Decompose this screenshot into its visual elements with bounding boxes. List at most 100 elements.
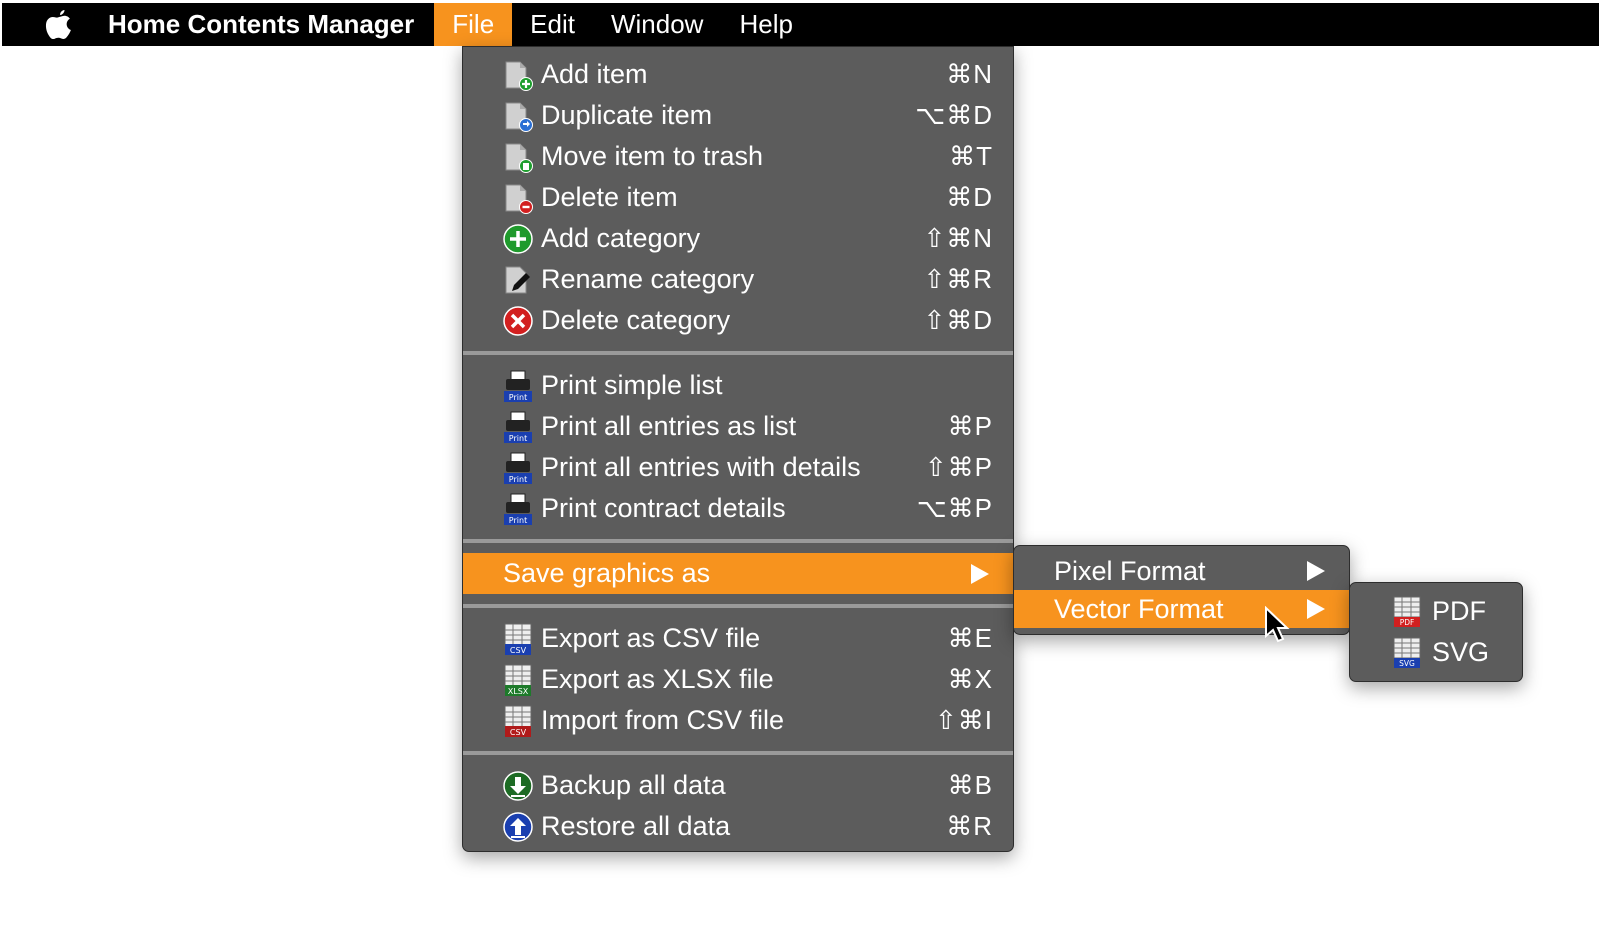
document-duplicate-icon: [501, 99, 535, 133]
menu-item-label: Export as XLSX file: [541, 664, 774, 694]
shortcut-text: ⇧⌘D: [923, 305, 993, 335]
shortcut-text: ⇧⌘N: [923, 223, 993, 253]
menu-edit[interactable]: Edit: [512, 3, 593, 46]
shortcut-text: ⌘R: [946, 811, 993, 841]
menu-item-label: Print contract details: [541, 493, 786, 523]
menu-item-label: Print all entries with details: [541, 452, 861, 482]
svg-text:Print: Print: [509, 434, 527, 443]
menu-bar: Home Contents Manager File Edit Window H…: [2, 3, 1599, 46]
menu-item-delete-category[interactable]: Delete category ⇧⌘D: [463, 300, 1013, 341]
menu-item-label: SVG: [1432, 637, 1490, 667]
submenu-arrow-icon: [1307, 599, 1325, 619]
menu-item-svg[interactable]: SVG SVG: [1350, 632, 1522, 673]
menu-item-label: Add item: [541, 59, 648, 89]
menu-item-label: Pixel Format: [1054, 555, 1206, 586]
shortcut-text: ⌘B: [947, 770, 993, 800]
menu-separator: [463, 751, 1013, 755]
menu-separator: [463, 539, 1013, 543]
shortcut-text: ⌘E: [947, 623, 993, 653]
menu-item-label: Move item to trash: [541, 141, 764, 171]
xlsx-file-icon: XLSX: [501, 663, 535, 697]
menu-item-label: PDF: [1432, 596, 1486, 626]
menu-item-label: Import from CSV file: [541, 705, 785, 735]
menu-item-rename-category[interactable]: Rename category ⇧⌘R: [463, 259, 1013, 300]
menu-file[interactable]: File: [434, 3, 513, 46]
menu-item-vector-format[interactable]: Vector Format: [1014, 590, 1349, 628]
file-menu: Add item ⌘N Duplicate item ⌥⌘D Move item…: [462, 46, 1014, 852]
shortcut-text: ⌘X: [947, 664, 993, 694]
svg-text:PDF: PDF: [1400, 618, 1415, 627]
menu-item-export-xlsx[interactable]: XLSX Export as XLSX file ⌘X: [463, 659, 1013, 700]
menu-item-label: Export as CSV file: [541, 623, 761, 653]
svg-text:Print: Print: [509, 475, 527, 484]
app-name[interactable]: Home Contents Manager: [108, 9, 414, 40]
svg-text:CSV: CSV: [510, 728, 527, 737]
printer-icon: Print: [501, 410, 535, 444]
menu-item-label: Rename category: [541, 264, 755, 294]
document-trash-icon: [501, 140, 535, 174]
upload-arrow-icon: [501, 810, 535, 844]
menu-item-import-csv[interactable]: CSV Import from CSV file ⇧⌘I: [463, 700, 1013, 741]
svg-text:CSV: CSV: [510, 646, 527, 655]
menu-item-add-category[interactable]: Add category ⇧⌘N: [463, 218, 1013, 259]
red-x-circle-icon: [501, 304, 535, 338]
download-arrow-icon: [501, 769, 535, 803]
menu-item-restore[interactable]: Restore all data ⌘R: [463, 806, 1013, 847]
menu-item-label: Delete item: [541, 182, 678, 212]
menu-item-label: Print all entries as list: [541, 411, 797, 441]
menu-item-label: Print simple list: [541, 370, 723, 400]
shortcut-text: ⌘N: [946, 59, 993, 89]
menu-item-print-list[interactable]: Print Print all entries as list ⌘P: [463, 406, 1013, 447]
shortcut-text: ⌘T: [949, 141, 993, 171]
menu-item-pixel-format[interactable]: Pixel Format: [1014, 552, 1349, 590]
menu-item-save-graphics[interactable]: Save graphics as: [463, 553, 1013, 594]
menu-item-label: Save graphics as: [503, 558, 711, 588]
printer-icon: Print: [501, 451, 535, 485]
shortcut-text: ⇧⌘P: [924, 452, 993, 482]
document-add-icon: [501, 58, 535, 92]
shortcut-text: ⌥⌘P: [916, 493, 993, 523]
menu-separator: [463, 351, 1013, 355]
menu-item-export-csv[interactable]: CSV Export as CSV file ⌘E: [463, 618, 1013, 659]
shortcut-text: ⌘P: [947, 411, 993, 441]
svg-text:Print: Print: [509, 516, 527, 525]
svg-file-icon: SVG: [1390, 636, 1424, 670]
printer-icon: Print: [501, 369, 535, 403]
mouse-pointer-icon: [1264, 605, 1290, 649]
svg-text:Print: Print: [509, 393, 527, 402]
document-delete-icon: [501, 181, 535, 215]
menu-help[interactable]: Help: [721, 3, 810, 46]
submenu-arrow-icon: [1307, 561, 1325, 581]
submenu-arrow-icon: [971, 563, 989, 584]
shortcut-text: ⇧⌘R: [923, 264, 993, 294]
svg-text:XLSX: XLSX: [508, 687, 529, 696]
menu-item-move-to-trash[interactable]: Move item to trash ⌘T: [463, 136, 1013, 177]
csv-file-icon: CSV: [501, 622, 535, 656]
shortcut-text: ⇧⌘I: [934, 705, 993, 735]
menu-item-label: Restore all data: [541, 811, 731, 841]
menu-item-duplicate-item[interactable]: Duplicate item ⌥⌘D: [463, 95, 1013, 136]
menu-item-print-details[interactable]: Print Print all entries with details ⇧⌘P: [463, 447, 1013, 488]
menu-item-pdf[interactable]: PDF PDF: [1350, 591, 1522, 632]
vector-submenu: PDF PDF SVG SVG: [1349, 582, 1523, 682]
svg-text:SVG: SVG: [1399, 659, 1415, 668]
menu-item-label: Duplicate item: [541, 100, 713, 130]
menu-item-print-contract[interactable]: Print Print contract details ⌥⌘P: [463, 488, 1013, 529]
menu-item-label: Delete category: [541, 305, 731, 335]
menu-item-print-simple-list[interactable]: Print Print simple list: [463, 365, 1013, 406]
menu-item-add-item[interactable]: Add item ⌘N: [463, 54, 1013, 95]
pencil-document-icon: [501, 263, 535, 297]
menu-item-backup[interactable]: Backup all data ⌘B: [463, 765, 1013, 806]
shortcut-text: ⌘D: [946, 182, 993, 212]
pdf-file-icon: PDF: [1390, 595, 1424, 629]
menu-separator: [463, 604, 1013, 608]
menu-window[interactable]: Window: [593, 3, 721, 46]
printer-icon: Print: [501, 492, 535, 526]
menu-item-delete-item[interactable]: Delete item ⌘D: [463, 177, 1013, 218]
menu-item-label: Backup all data: [541, 770, 726, 800]
csv-import-icon: CSV: [501, 704, 535, 738]
format-submenu: Pixel Format Vector Format: [1013, 545, 1350, 635]
green-plus-circle-icon: [501, 222, 535, 256]
apple-logo-icon[interactable]: [40, 3, 78, 46]
shortcut-text: ⌥⌘D: [915, 100, 993, 130]
